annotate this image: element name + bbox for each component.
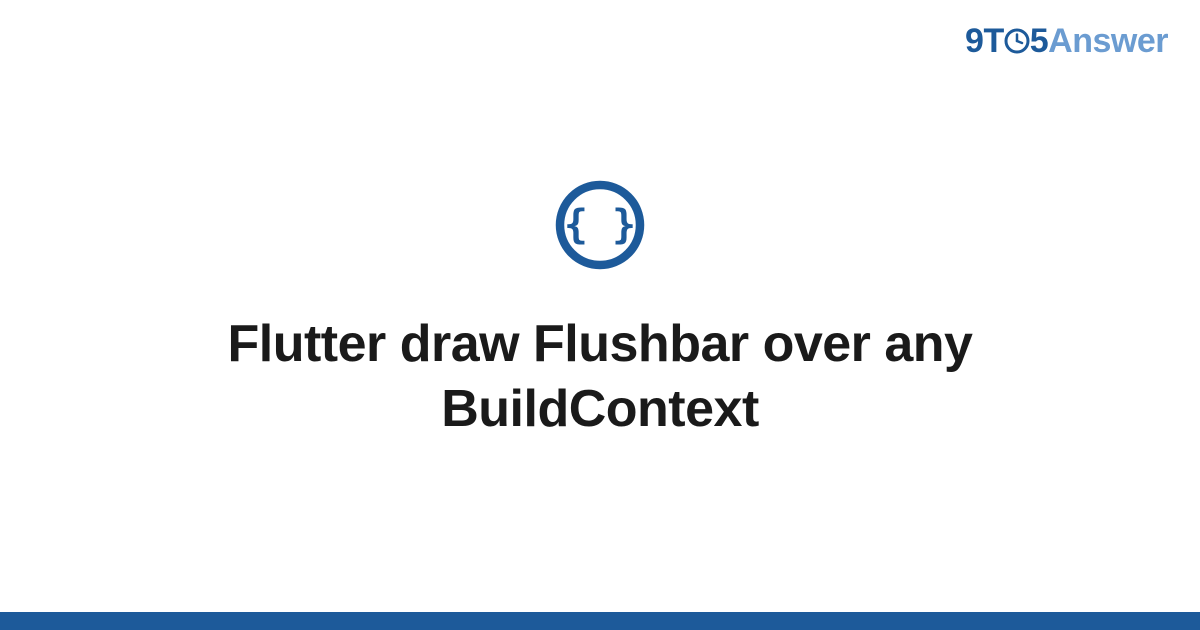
code-braces-icon: { } bbox=[554, 179, 646, 271]
page-title: Flutter draw Flushbar over any BuildCont… bbox=[100, 312, 1100, 442]
footer-accent-bar bbox=[0, 612, 1200, 630]
main-content: { } Flutter draw Flushbar over any Build… bbox=[0, 0, 1200, 610]
category-icon-wrap: { } bbox=[554, 179, 646, 276]
svg-text:{ }: { } bbox=[564, 202, 636, 248]
